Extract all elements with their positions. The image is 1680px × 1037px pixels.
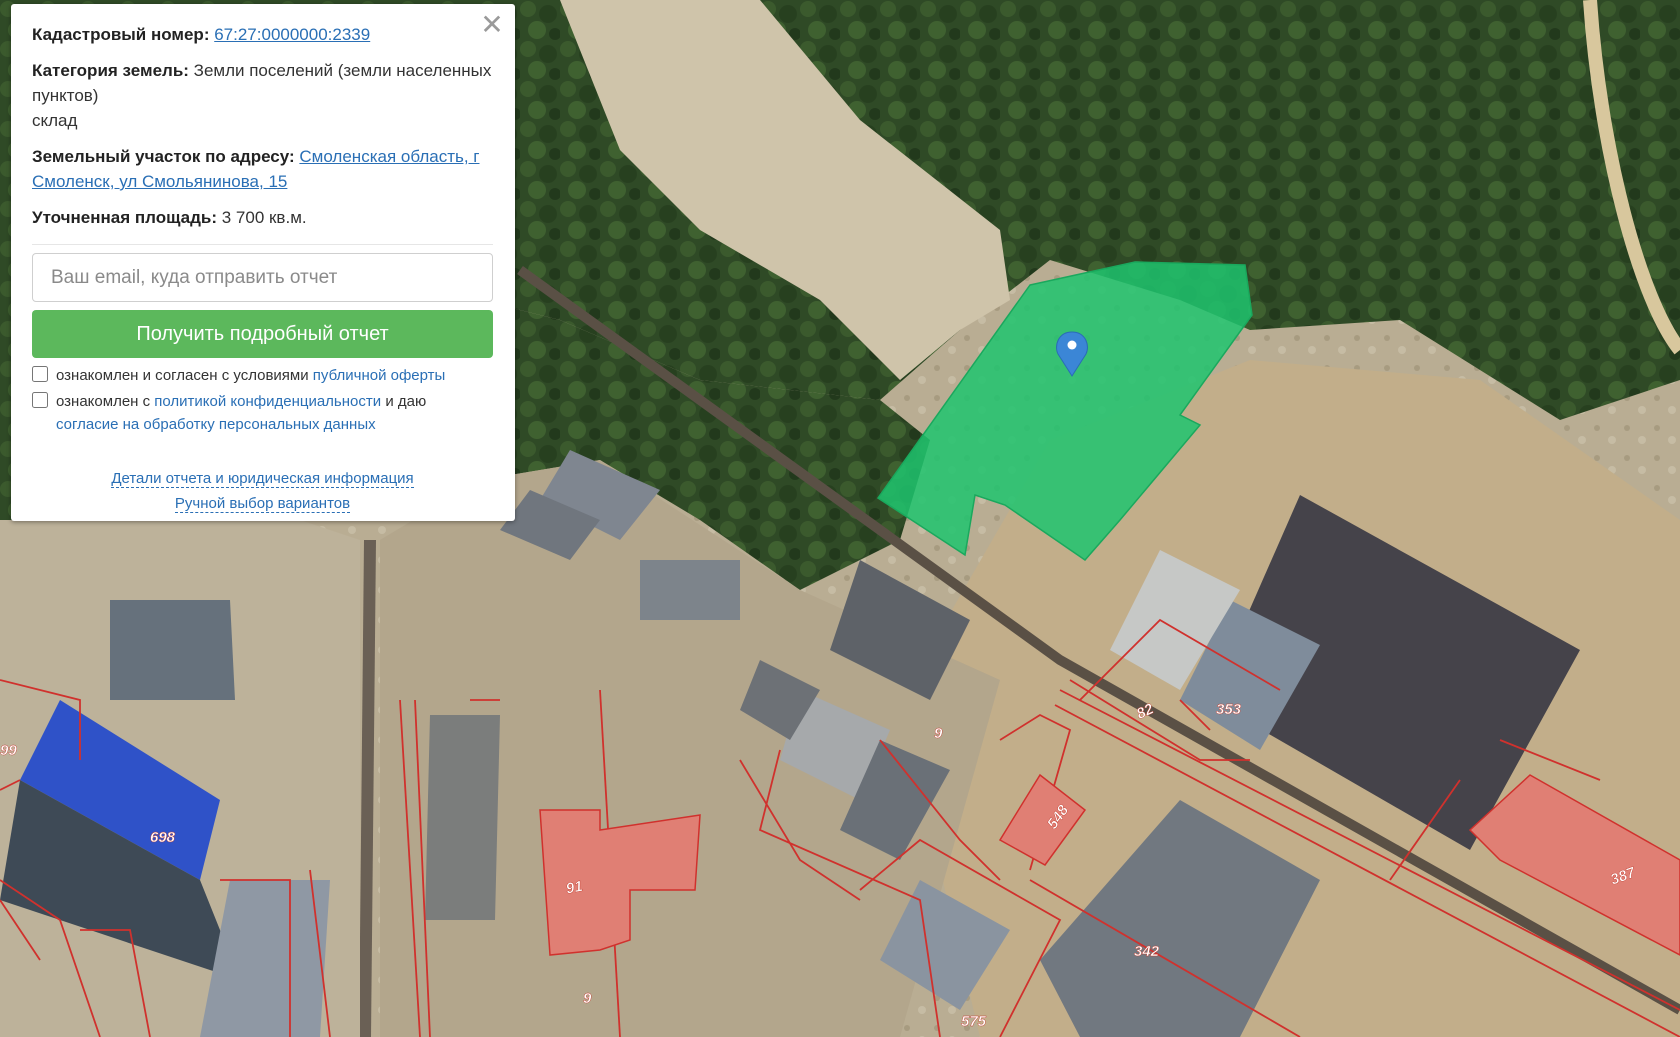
- category-row: Категория земель: Земли поселений (земли…: [32, 58, 493, 133]
- address-row: Земельный участок по адресу: Смоленская …: [32, 144, 493, 194]
- building-roof: [110, 600, 235, 700]
- consent-privacy-checkbox[interactable]: [32, 392, 48, 408]
- parcel-label-575: 575: [961, 1013, 987, 1030]
- personal-data-consent-link[interactable]: согласие на обработку персональных данны…: [56, 416, 376, 433]
- parcel-label-9b: 9: [583, 990, 592, 1007]
- parcel-info-popup: ✕ Кадастровый номер: 67:27:0000000:2339 …: [11, 4, 515, 521]
- cadastral-number-link[interactable]: 67:27:0000000:2339: [214, 25, 370, 44]
- consent-privacy-row: ознакомлен с политикой конфиденциальност…: [32, 390, 493, 436]
- consent-offer-checkbox[interactable]: [32, 366, 48, 382]
- parcel-label-698: 698: [150, 829, 176, 846]
- category-label: Категория земель:: [32, 61, 189, 80]
- building-roof: [640, 560, 740, 620]
- footer-links: Детали отчета и юридическая информация Р…: [32, 466, 493, 516]
- parcel-label-9a: 9: [934, 725, 943, 742]
- parcel-label-342: 342: [1134, 943, 1160, 960]
- parcel-label-353: 353: [1216, 701, 1242, 718]
- close-icon[interactable]: ✕: [479, 11, 505, 39]
- manual-selection-link[interactable]: Ручной выбор вариантов: [174, 495, 351, 513]
- category-use: склад: [32, 111, 78, 130]
- consent-offer-text: ознакомлен и согласен с условиями: [56, 367, 309, 384]
- consent-offer-row: ознакомлен и согласен с условиями публич…: [32, 364, 493, 387]
- area-row: Уточненная площадь: 3 700 кв.м.: [32, 205, 493, 230]
- address-label: Земельный участок по адресу:: [32, 147, 295, 166]
- consent-privacy-text: ознакомлен с: [56, 393, 151, 410]
- cadastral-label: Кадастровый номер:: [32, 25, 210, 44]
- cadastral-row: Кадастровый номер: 67:27:0000000:2339: [32, 22, 493, 47]
- privacy-policy-link[interactable]: политикой конфиденциальности: [154, 393, 381, 410]
- report-details-link[interactable]: Детали отчета и юридическая информация: [111, 470, 414, 488]
- get-report-button[interactable]: Получить подробный отчет: [32, 310, 493, 358]
- public-offer-link[interactable]: публичной оферты: [313, 367, 446, 384]
- divider: [32, 244, 493, 245]
- railway-vertical: [359, 539, 376, 1037]
- email-input[interactable]: [32, 253, 493, 302]
- area-label: Уточненная площадь:: [32, 208, 217, 227]
- parcel-label-99: 99: [0, 742, 17, 759]
- consent-privacy-mid: и даю: [385, 393, 427, 410]
- building-roof: [425, 715, 500, 920]
- parcel-label-91: 91: [565, 878, 584, 898]
- area-value: 3 700 кв.м.: [221, 208, 307, 227]
